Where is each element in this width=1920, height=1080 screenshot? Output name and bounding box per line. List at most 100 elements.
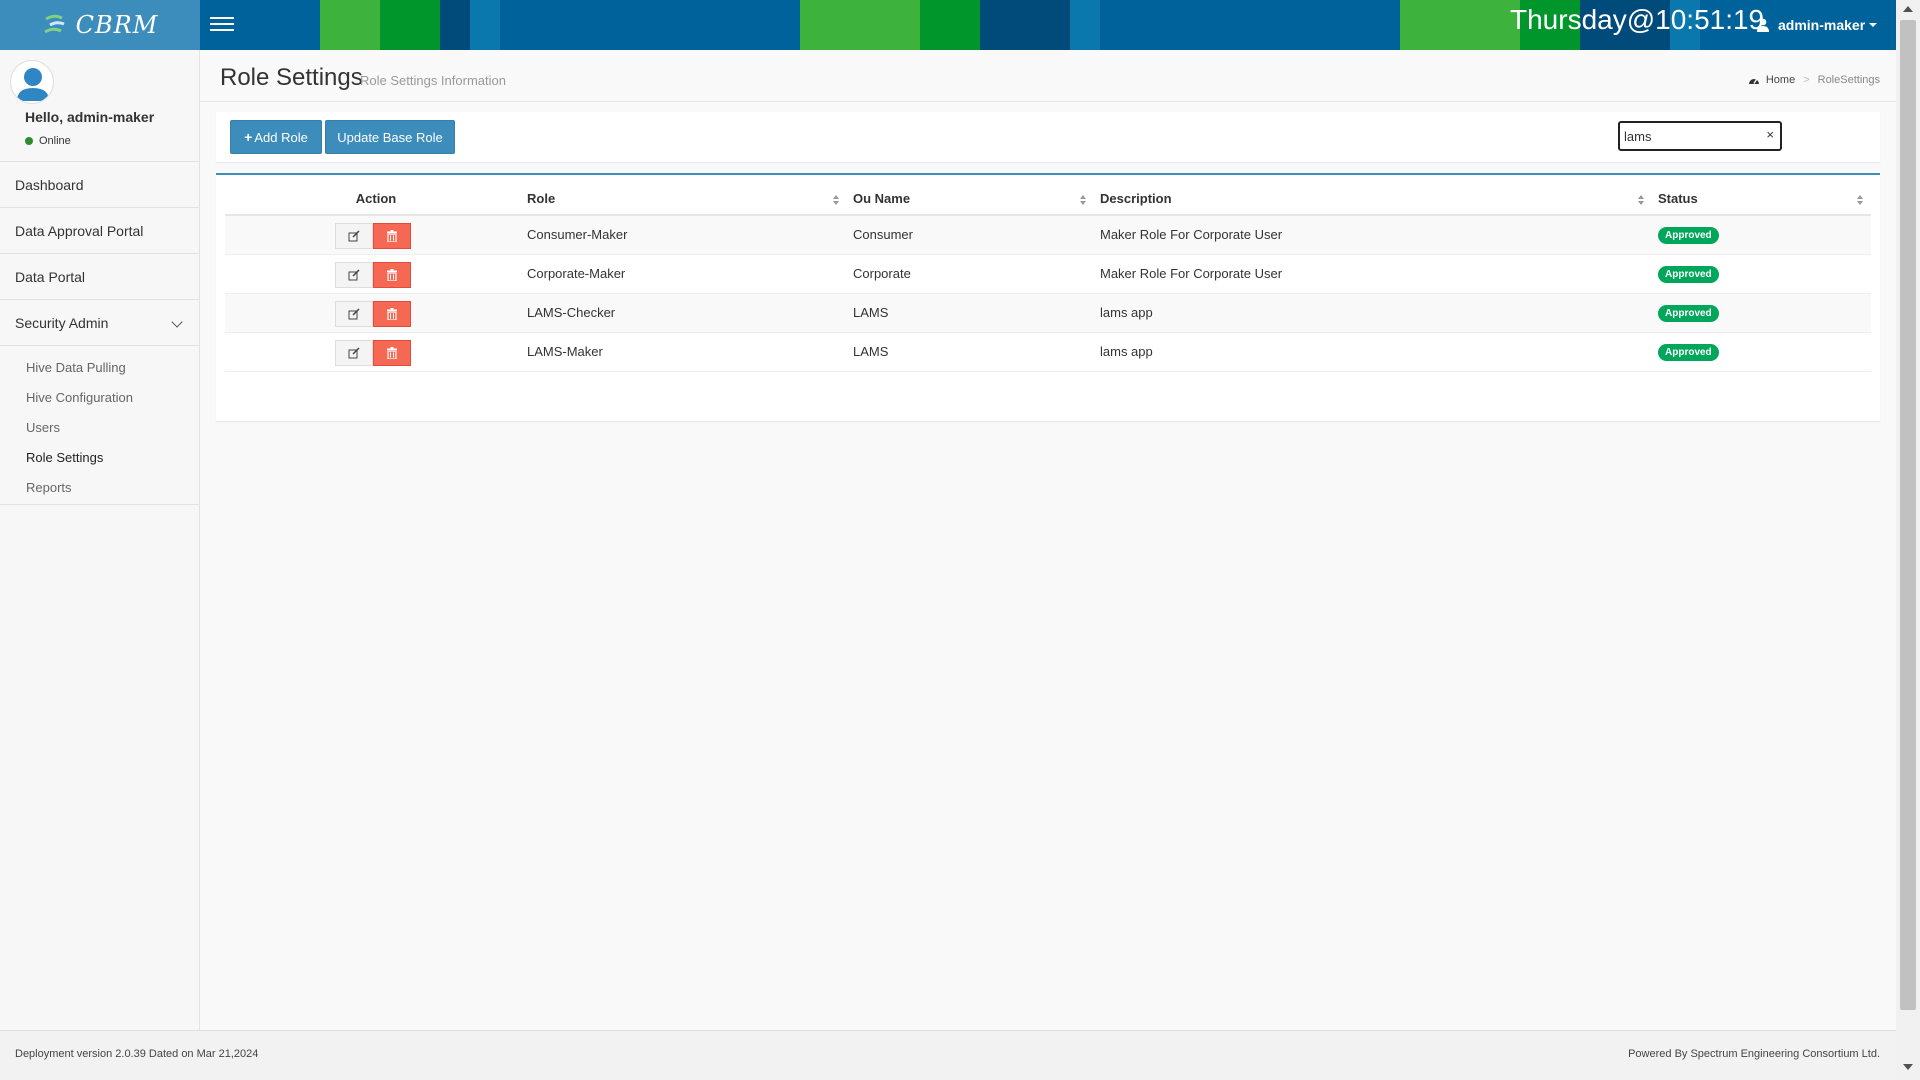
status-cell: Approved (1652, 254, 1871, 294)
footer: Deployment version 2.0.39 Dated on Mar 2… (15, 1030, 1896, 1080)
status-badge: Approved (1658, 226, 1719, 244)
page-scrollbar[interactable] (1896, 0, 1920, 1080)
caret-down-icon (1869, 23, 1878, 27)
search-box: × (1618, 121, 1782, 151)
avatar (10, 60, 54, 104)
sidebar: Hello, admin-maker Online Dashboard Data… (0, 50, 200, 1030)
toolbar: + Add Role Update Base Role × (216, 112, 1880, 162)
status-badge: Approved (1658, 304, 1719, 322)
edit-icon (348, 230, 360, 242)
online-status: Online (25, 135, 71, 147)
role-cell: LAMS-Maker (521, 332, 847, 372)
header-clock: Thursday@10:51:19 (1510, 4, 1765, 35)
sidebar-subitem-label: Hive Configuration (26, 389, 133, 405)
online-label: Online (39, 135, 71, 147)
search-input[interactable] (1624, 123, 1754, 149)
sidebar-item-users[interactable]: Users (0, 412, 199, 442)
action-cell (225, 254, 521, 294)
sidebar-item-label: Security Admin (15, 314, 109, 331)
breadcrumb-home-link[interactable]: Home (1766, 74, 1795, 86)
powered-by: Powered By Spectrum Engineering Consorti… (1628, 1048, 1880, 1060)
plus-icon: + (244, 129, 253, 145)
page-title: Role Settings (220, 64, 363, 91)
header-tile (320, 0, 380, 50)
breadcrumb-separator-icon: > (1803, 74, 1810, 86)
delete-button[interactable] (373, 223, 411, 249)
trash-icon (387, 307, 397, 320)
user-name: admin-maker (1778, 17, 1866, 33)
header-tile (470, 0, 500, 50)
edit-button[interactable] (335, 261, 373, 288)
logo-icon (43, 14, 65, 34)
sidebar-item-label: Data Portal (15, 268, 86, 285)
edit-icon (348, 307, 360, 319)
column-header-role[interactable]: Role (521, 183, 847, 216)
sidebar-subitem-label: Hive Data Pulling (26, 359, 126, 375)
add-role-button[interactable]: + Add Role (230, 120, 322, 154)
column-header-ou-name[interactable]: Ou Name (847, 183, 1094, 216)
role-cell: LAMS-Checker (521, 293, 847, 333)
status-cell: Approved (1652, 215, 1871, 255)
header-tile (380, 0, 440, 50)
description-cell: lams app (1094, 293, 1652, 333)
sidebar-subitem-label: Reports (26, 479, 72, 495)
update-base-role-button[interactable]: Update Base Role (325, 120, 455, 154)
sidebar-item-role-settings[interactable]: Role Settings (0, 442, 199, 472)
sidebar-subitem-label: Users (26, 419, 60, 435)
edit-button[interactable] (335, 300, 373, 327)
sidebar-item-hive-configuration[interactable]: Hive Configuration (0, 382, 199, 412)
sidebar-item-security-admin[interactable]: Security Admin (0, 300, 199, 346)
edit-icon (348, 346, 360, 358)
action-cell (225, 293, 521, 333)
action-cell (225, 215, 521, 255)
scroll-down-icon[interactable] (1903, 1064, 1913, 1070)
column-header-label: Status (1658, 191, 1698, 206)
sidebar-item-dashboard[interactable]: Dashboard (0, 162, 199, 208)
user-panel: Hello, admin-maker Online (0, 50, 199, 162)
ou-name-cell: Consumer (847, 215, 1094, 255)
sort-icon (1857, 195, 1863, 205)
role-cell: Corporate-Maker (521, 254, 847, 294)
sort-icon (1638, 195, 1644, 205)
trash-icon (387, 230, 397, 242)
column-header-label: Description (1100, 191, 1172, 206)
column-header-description[interactable]: Description (1094, 183, 1652, 216)
sidebar-toggle-icon[interactable] (210, 13, 234, 37)
table-header-row: Action Role Ou Name Description Status (225, 183, 1871, 216)
roles-table: Action Role Ou Name Description Status C… (225, 183, 1871, 372)
status-cell: Approved (1652, 332, 1871, 372)
sidebar-item-label: Dashboard (15, 176, 84, 193)
description-cell: lams app (1094, 332, 1652, 372)
table-row: LAMS-Checker LAMS lams app Approved (225, 293, 1871, 333)
roles-table-box: Action Role Ou Name Description Status C… (216, 173, 1880, 421)
content-header: Role Settings Role Settings Information … (200, 50, 1896, 102)
scroll-thumb[interactable] (1900, 20, 1916, 1010)
user-menu[interactable]: admin-maker (1756, 0, 1878, 50)
logo-text: CBRM (75, 11, 159, 39)
sidebar-subitem-label: Role Settings (26, 449, 104, 465)
delete-button[interactable] (373, 261, 411, 288)
scroll-up-icon[interactable] (1903, 6, 1913, 12)
clear-search-icon[interactable]: × (1766, 127, 1774, 142)
column-header-label: Role (527, 191, 556, 206)
action-cell (225, 332, 521, 372)
sidebar-item-hive-data-pulling[interactable]: Hive Data Pulling (0, 352, 199, 382)
delete-button[interactable] (373, 339, 411, 366)
status-badge: Approved (1658, 265, 1719, 283)
trash-icon (387, 346, 397, 359)
status-cell: Approved (1652, 293, 1871, 333)
edit-button[interactable] (335, 223, 373, 249)
sidebar-item-data-portal[interactable]: Data Portal (0, 254, 199, 300)
column-header-status[interactable]: Status (1652, 183, 1871, 216)
edit-button[interactable] (335, 339, 373, 366)
app-logo[interactable]: CBRM (0, 0, 200, 50)
security-admin-submenu: Hive Data Pulling Hive Configuration Use… (0, 346, 199, 505)
delete-button[interactable] (373, 300, 411, 327)
breadcrumb-current: RoleSettings (1817, 74, 1880, 86)
description-cell: Maker Role For Corporate User (1094, 215, 1652, 255)
add-role-label: Add Role (254, 129, 308, 145)
header-tile (800, 0, 920, 50)
sidebar-item-data-approval-portal[interactable]: Data Approval Portal (0, 208, 199, 254)
sidebar-item-reports[interactable]: Reports (0, 472, 199, 502)
avatar-user-icon (17, 68, 49, 101)
